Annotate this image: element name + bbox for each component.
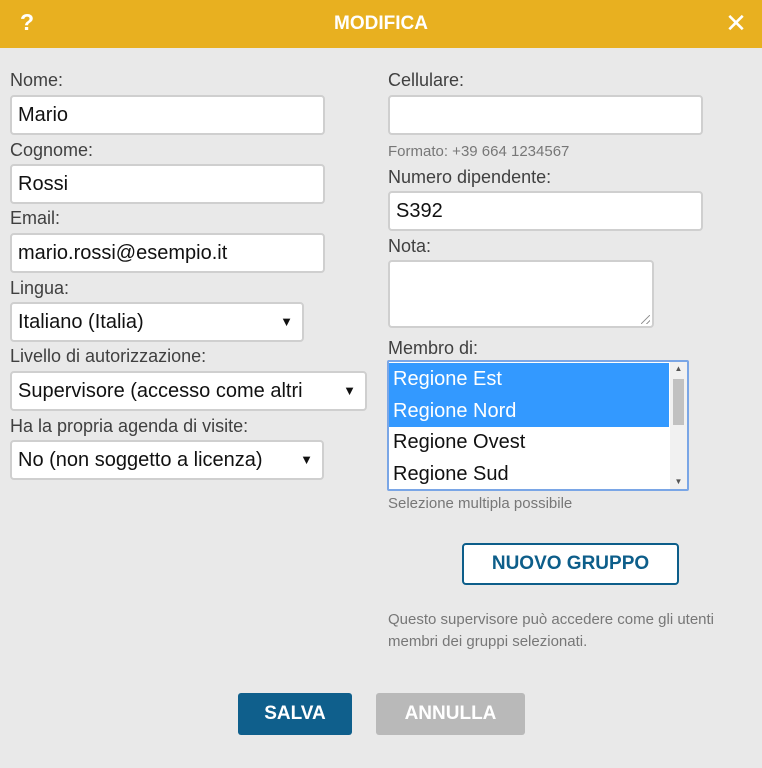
triangle-down-icon: ▼ [343,383,356,398]
first-name-input[interactable]: Mario [10,95,325,135]
listbox-scrollbar[interactable]: ▲ ▼ [670,362,687,489]
scroll-down-icon[interactable]: ▼ [670,475,687,489]
note-label: Nota: [388,236,432,256]
first-name-label: Nome: [10,70,64,90]
triangle-down-icon: ▼ [280,314,293,329]
authorization-select[interactable]: Supervisore (accesso come altri ▼ [10,371,367,411]
group-option-regione-nord[interactable]: Regione Nord [389,395,669,427]
dialog-header: ? MODIFICA ✕ [0,0,762,48]
authorization-select-value: Supervisore (accesso come altri [18,380,303,402]
language-select-value: Italiano (Italia) [18,311,144,333]
triangle-down-icon: ▼ [300,452,313,467]
mobile-input[interactable] [388,95,703,135]
language-select[interactable]: Italiano (Italia) ▼ [10,302,304,342]
email-label: Email: [10,208,61,228]
note-textarea[interactable] [388,260,654,328]
group-option-regione-sud[interactable]: Regione Sud [389,458,669,489]
employee-number-input[interactable]: S392 [388,191,703,231]
mobile-label: Cellulare: [388,70,465,90]
cancel-button[interactable]: ANNULLA [376,693,525,735]
scrollbar-thumb[interactable] [673,379,684,425]
save-button[interactable]: SALVA [238,693,352,735]
resize-grip-icon[interactable] [641,315,650,324]
member-of-listbox[interactable]: Regione Est Regione Nord Regione Ovest R… [387,360,689,491]
group-option-regione-ovest[interactable]: Regione Ovest [389,426,669,458]
last-name-input[interactable]: Rossi [10,164,325,204]
language-label: Lingua: [10,278,70,298]
own-agenda-select[interactable]: No (non soggetto a licenza) ▼ [10,440,324,480]
supervisor-info-line-1: Questo supervisore può accedere come gli… [388,611,715,628]
authorization-label: Livello di autorizzazione: [10,346,207,366]
new-group-button[interactable]: NUOVO GRUPPO [462,543,679,585]
mobile-format-hint: Formato: +39 664 1234567 [388,143,570,160]
supervisor-info-line-2: membri dei gruppi selezionati. [388,633,588,650]
last-name-label: Cognome: [10,140,94,160]
close-icon[interactable]: ✕ [724,10,748,36]
employee-number-label: Numero dipendente: [388,167,552,187]
email-input[interactable]: mario.rossi@esempio.it [10,233,325,273]
scroll-up-icon[interactable]: ▲ [670,362,687,376]
multi-select-hint: Selezione multipla possibile [388,495,573,512]
own-agenda-label: Ha la propria agenda di visite: [10,416,249,436]
member-of-label: Membro di: [388,338,479,358]
dialog-title: MODIFICA [334,13,428,34]
group-option-regione-est[interactable]: Regione Est [389,363,669,395]
own-agenda-select-value: No (non soggetto a licenza) [18,449,263,471]
